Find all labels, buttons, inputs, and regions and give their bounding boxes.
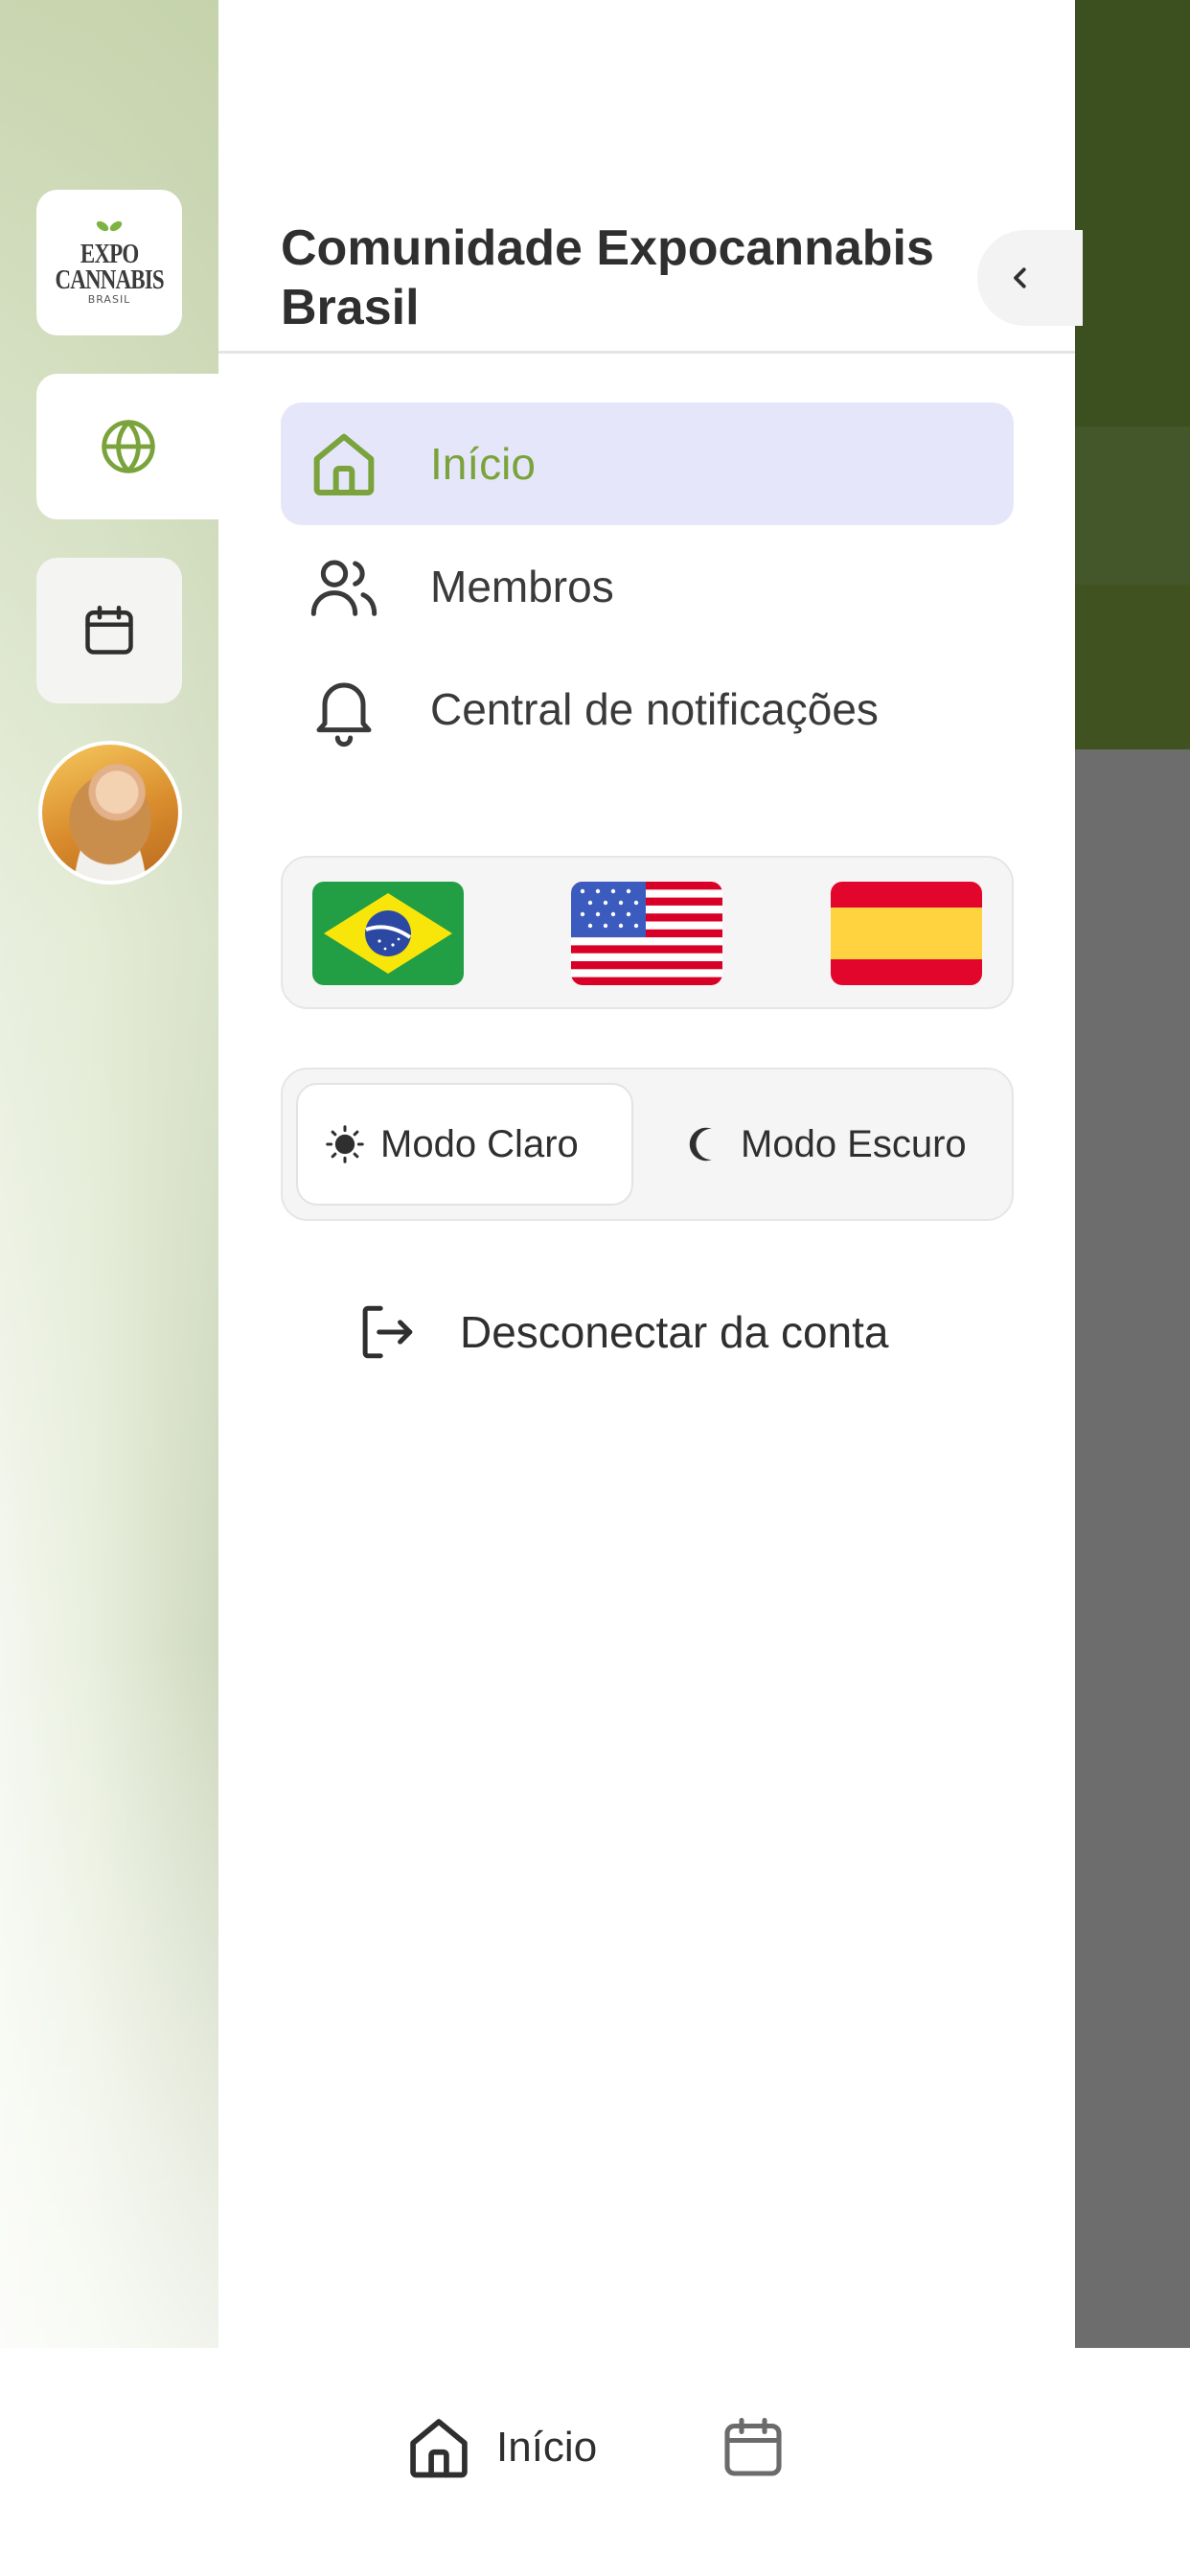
calendar-icon (85, 606, 133, 655)
bottom-tab-bar: Início (0, 2348, 1190, 2576)
rail-item-globe[interactable] (36, 374, 220, 519)
language-selector (281, 856, 1014, 1009)
light-mode-button[interactable]: Modo Claro (296, 1083, 633, 1206)
drawer-title: Comunidade Expocannabis Brasil (281, 220, 934, 335)
nav-item-home[interactable]: Início (281, 402, 1014, 525)
nav-item-label: Início (430, 439, 536, 489)
calendar-icon (724, 2417, 782, 2476)
logout-button[interactable]: Desconectar da conta (353, 1289, 889, 1375)
usa-flag[interactable] (571, 882, 722, 985)
sun-icon (326, 1125, 364, 1163)
nav-item-notifications[interactable]: Central de notificações (281, 648, 1014, 770)
dark-mode-button[interactable]: Modo Escuro (666, 1083, 1001, 1206)
bell-icon (316, 682, 372, 748)
rail-item-calendar[interactable] (36, 558, 182, 703)
tab-home-label: Início (496, 2424, 598, 2471)
tab-home[interactable]: Início (402, 2411, 597, 2484)
backdrop-band (1075, 585, 1190, 749)
home-icon (410, 2419, 468, 2478)
light-mode-label: Modo Claro (380, 1122, 579, 1165)
users-icon (310, 560, 378, 616)
logout-label: Desconectar da conta (460, 1307, 889, 1357)
nav-item-label: Central de notificações (430, 684, 879, 734)
brazil-flag[interactable] (312, 882, 464, 985)
chevron-left-icon (1014, 267, 1026, 288)
home-icon (313, 433, 375, 495)
leaf-icon (95, 220, 124, 242)
backdrop-overlay[interactable] (1075, 0, 1190, 2348)
avatar[interactable] (38, 741, 182, 885)
community-logo-button[interactable]: EXPO CANNABIS BRASIL (36, 190, 182, 335)
logout-icon (362, 1305, 413, 1359)
navigation-drawer: Comunidade Expocannabis Brasil Início Me… (218, 0, 1083, 2348)
globe-icon (102, 420, 155, 473)
nav-item-members[interactable]: Membros (281, 525, 1014, 648)
collapse-drawer-button[interactable] (977, 230, 1083, 326)
backdrop-band (1075, 426, 1190, 585)
logo-text: EXPO CANNABIS (55, 239, 164, 295)
divider (218, 351, 1075, 354)
nav-item-label: Membros (430, 562, 614, 611)
moon-icon (689, 1127, 712, 1162)
theme-toggle: Modo Claro Modo Escuro (281, 1068, 1014, 1221)
backdrop-header (1075, 0, 1190, 426)
spain-flag[interactable] (831, 882, 982, 985)
tab-calendar[interactable] (719, 2413, 788, 2486)
dark-mode-label: Modo Escuro (741, 1122, 967, 1165)
community-rail: EXPO CANNABIS BRASIL (0, 0, 220, 2348)
